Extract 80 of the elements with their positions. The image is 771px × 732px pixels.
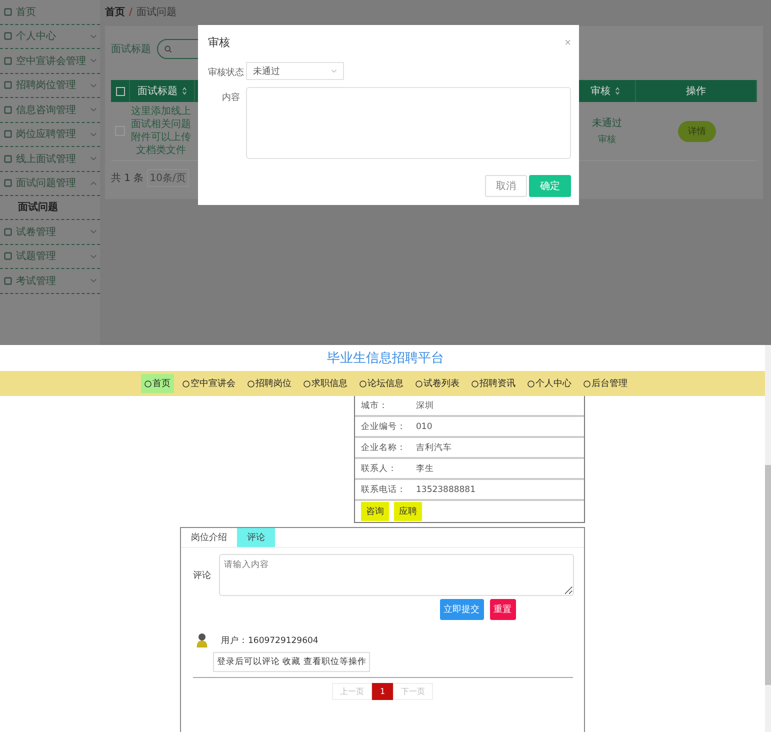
submit-button[interactable]: 立即提交 <box>440 599 484 620</box>
sidebar-item[interactable]: 岗位应聘管理 <box>0 122 100 147</box>
nav-item[interactable]: 首页 <box>140 374 174 393</box>
sidebar-item[interactable]: 试卷管理 <box>0 220 100 244</box>
column-header[interactable]: 审核 <box>590 84 610 98</box>
nav-item[interactable]: 空中宣讲会 <box>178 374 238 393</box>
nav-item[interactable]: 招聘资讯 <box>468 374 518 393</box>
circle-icon <box>414 380 422 388</box>
sidebar-item[interactable]: 招聘岗位管理 <box>0 74 100 98</box>
detail-value: 010 <box>416 422 432 432</box>
dialog-title: 审核 <box>208 35 230 50</box>
sidebar-item[interactable]: 空中宣讲会管理 <box>0 49 100 74</box>
sidebar-item[interactable]: 首页 <box>0 0 100 24</box>
sidebar-label: 空中宣讲会管理 <box>16 54 86 68</box>
sidebar-label: 首页 <box>16 6 36 19</box>
site-title: 毕业生信息招聘平台 <box>327 351 444 367</box>
search-label: 面试标题 <box>111 42 151 56</box>
nav-item[interactable]: 招聘岗位 <box>244 374 294 393</box>
nav-item[interactable]: 论坛信息 <box>356 374 406 393</box>
sidebar-label: 招聘岗位管理 <box>16 78 76 92</box>
chevron-down-icon <box>331 69 337 73</box>
search-icon <box>164 45 172 53</box>
tab[interactable]: 评论 <box>237 528 275 547</box>
details-button[interactable]: 详情 <box>678 120 716 142</box>
sidebar-item[interactable]: 考试管理 <box>0 269 100 294</box>
reset-button[interactable]: 重置 <box>490 599 516 620</box>
detail-value: 李生 <box>416 462 434 474</box>
detail-value: 深圳 <box>416 400 434 412</box>
sidebar-label: 信息咨询管理 <box>16 104 76 117</box>
nav-item[interactable]: 后台管理 <box>580 374 630 393</box>
breadcrumb-separator: / <box>129 6 132 18</box>
close-button[interactable]: × <box>564 36 571 48</box>
comment-author: 用户：1609729129604 <box>221 634 318 646</box>
nav-item[interactable]: 个人中心 <box>524 374 574 393</box>
status-select[interactable]: 未通过 <box>246 62 344 80</box>
sidebar-label: 考试管理 <box>16 274 56 288</box>
sort-icon[interactable] <box>614 87 620 95</box>
comment-field[interactable]: 请输入内容 <box>219 554 574 596</box>
detail-label: 城市： <box>361 400 389 412</box>
confirm-button[interactable]: 确定 <box>529 175 571 197</box>
sidebar-label: 面试问题管理 <box>16 176 76 190</box>
detail-label: 联系人： <box>361 462 398 474</box>
avatar-icon <box>195 632 209 649</box>
sidebar-label: 线上面试管理 <box>16 152 76 166</box>
sidebar-subitem[interactable]: 面试问题 <box>0 196 100 220</box>
status-text: 未通过 <box>592 116 622 130</box>
sidebar-label: 个人中心 <box>16 30 56 44</box>
sidebar-item[interactable]: 线上面试管理 <box>0 147 100 172</box>
scrollbar[interactable] <box>765 345 771 732</box>
column-header[interactable]: 面试标题 <box>138 84 178 98</box>
detail-value: 吉利汽车 <box>416 442 452 454</box>
breadcrumb-current: 面试问题 <box>136 6 176 19</box>
column-header[interactable]: 操作 <box>686 84 706 98</box>
action-button[interactable]: 应聘 <box>394 502 422 521</box>
table-cell: 这里添加线上面试相关问题附件可以上传文档类文件 <box>130 105 192 157</box>
detail-label: 企业编号： <box>361 420 407 432</box>
breadcrumb-link[interactable]: 首页 <box>105 5 125 19</box>
sidebar-item[interactable]: 面试问题管理 <box>0 172 100 196</box>
checkbox[interactable] <box>116 86 124 96</box>
sidebar-label: 试题管理 <box>16 250 56 264</box>
nav-item[interactable]: 试卷列表 <box>412 374 462 393</box>
sidebar-label: 岗位应聘管理 <box>16 128 76 142</box>
sort-icon[interactable] <box>182 87 186 95</box>
detail-value: 13523888881 <box>416 484 476 494</box>
sidebar-item[interactable]: 信息咨询管理 <box>0 98 100 122</box>
cancel-button[interactable]: 取消 <box>485 175 527 197</box>
nav-item[interactable]: 求职信息 <box>300 374 350 393</box>
review-link[interactable]: 审核 <box>598 133 616 146</box>
sidebar-item[interactable]: 个人中心 <box>0 24 100 49</box>
total-count: 共 1 条 <box>111 172 144 185</box>
detail-label: 联系电话： <box>361 484 407 496</box>
detail-label: 企业名称： <box>361 442 407 454</box>
sidebar-label: 试卷管理 <box>16 226 56 239</box>
action-button[interactable]: 咨询 <box>361 502 389 521</box>
sidebar-item[interactable]: 试题管理 <box>0 244 100 269</box>
page-button[interactable]: 1 <box>372 683 394 700</box>
comment-text: 登录后可以评论 收藏 查看职位等操作 <box>213 652 370 672</box>
field-label: 评论 <box>193 570 211 582</box>
page-size-select[interactable]: 10条/页 <box>146 169 189 187</box>
field-label: 内容 <box>221 92 240 104</box>
